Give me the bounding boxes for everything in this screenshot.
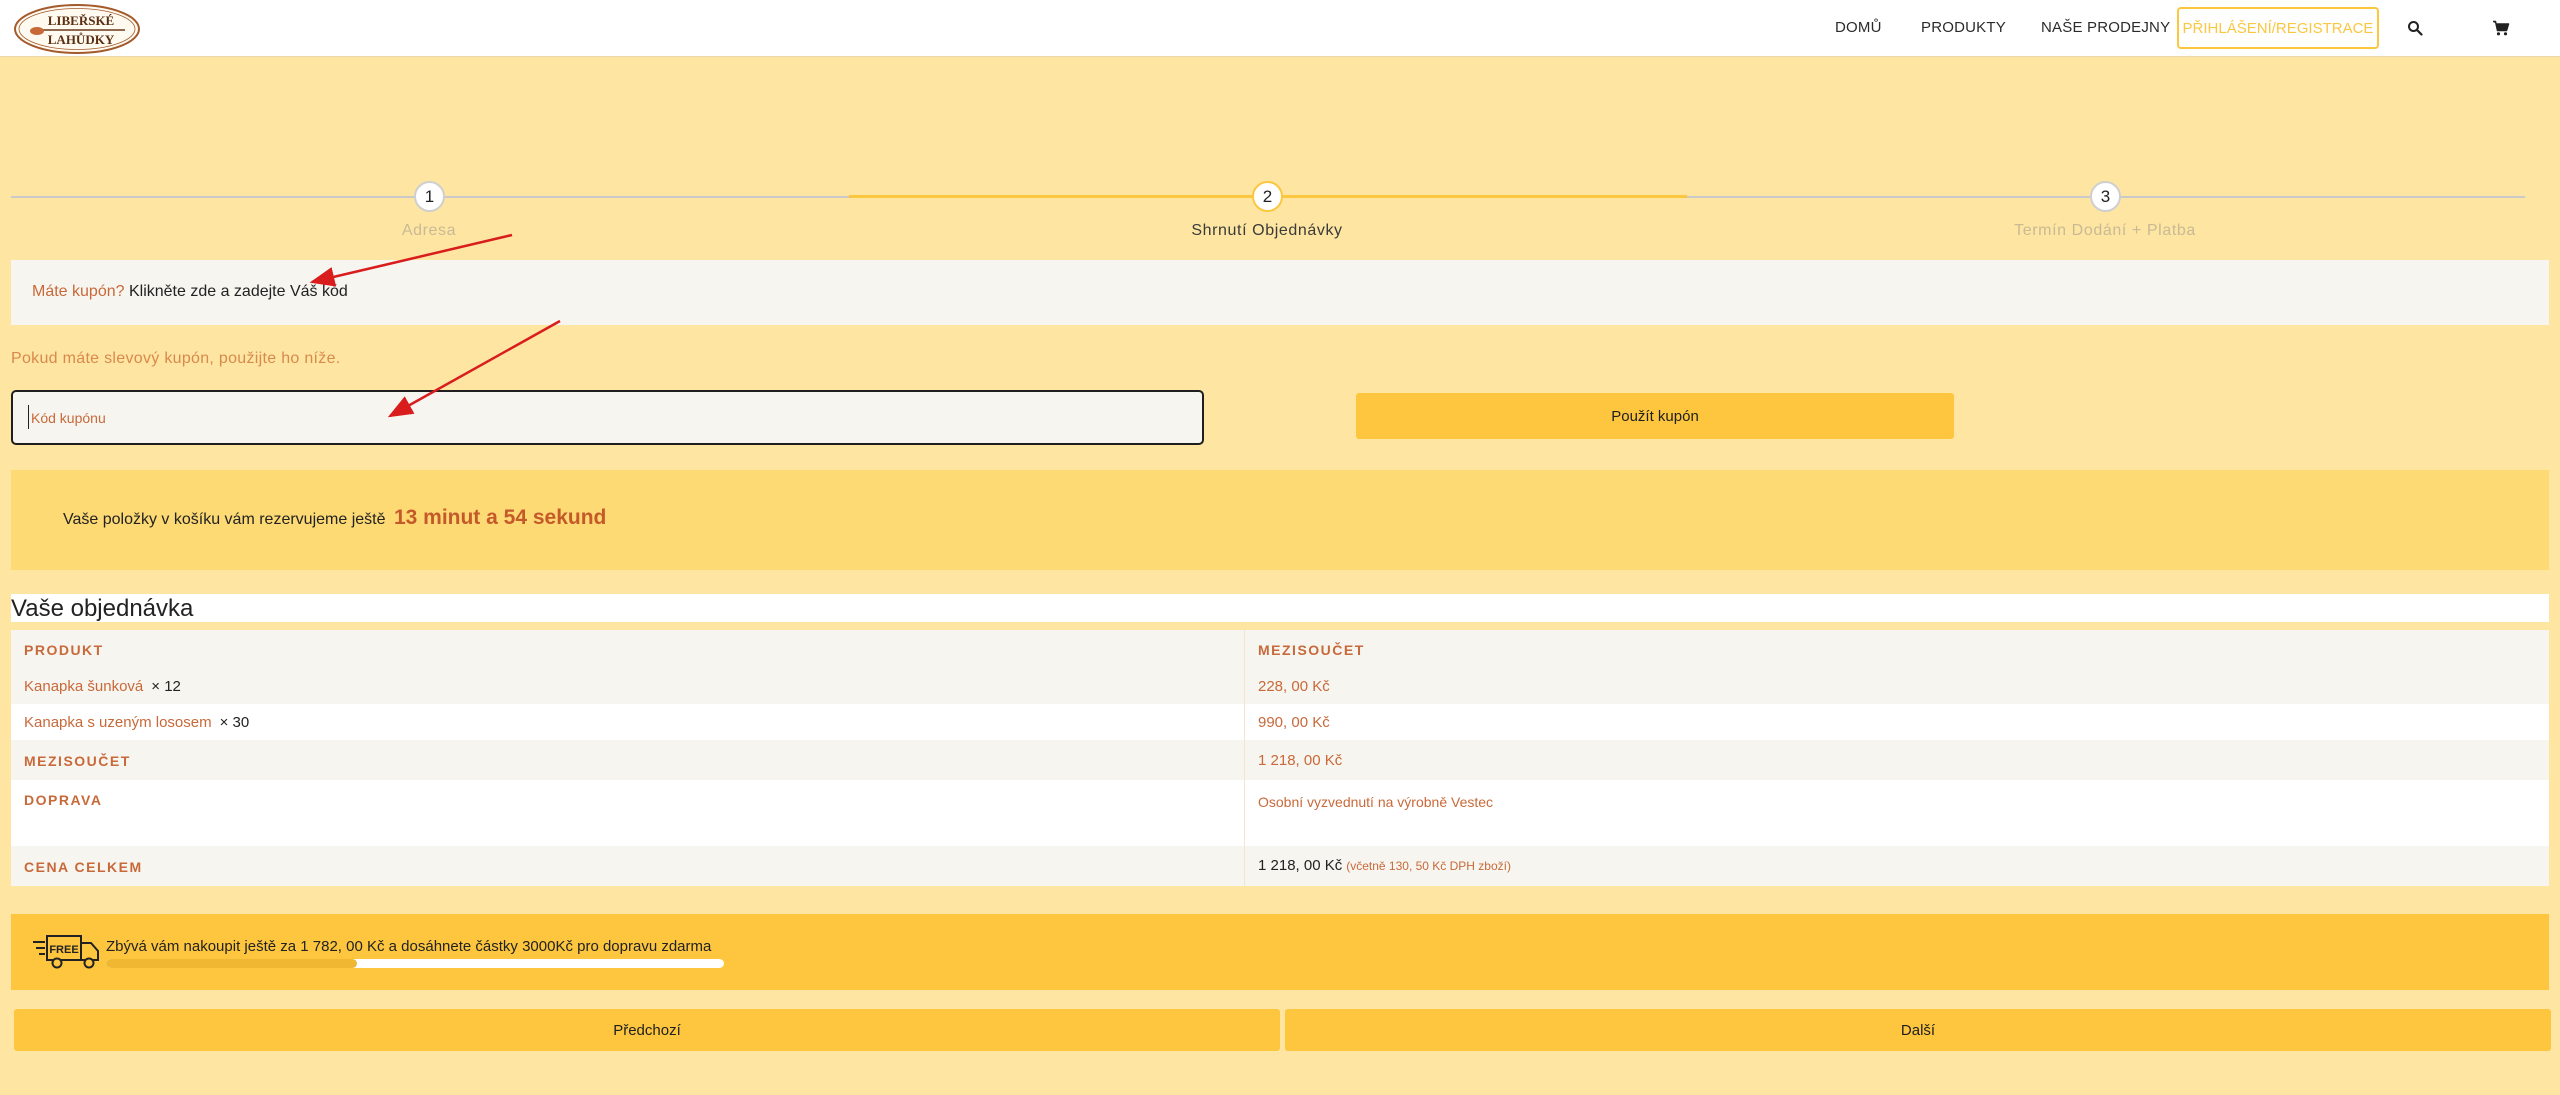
- total-value: 1 218, 00 Kč: [1258, 857, 1343, 874]
- step-circle-3[interactable]: 3: [2090, 181, 2121, 212]
- item-qty: × 30: [219, 714, 250, 731]
- free-delivery-truck-icon: FREE: [33, 935, 99, 969]
- item-price: 228, 00 Kč: [1258, 678, 1330, 695]
- shipping-row: DOPRAVA Osobní vyzvednutí na výrobně Ves…: [11, 780, 2549, 846]
- step-label-summary: Shrnutí Objednávky: [1191, 222, 1343, 239]
- item-qty: × 12: [151, 678, 181, 695]
- search-button[interactable]: [2404, 17, 2426, 39]
- free-shipping-progress: [106, 959, 724, 968]
- search-icon: [2408, 21, 2423, 36]
- free-shipping-progress-fill: [106, 959, 357, 968]
- item-name[interactable]: Kanapka s uzeným lososem: [24, 714, 212, 731]
- col-product-header: PRODUKT: [24, 642, 104, 658]
- table-header-row: PRODUKT MEZISOUČET: [11, 630, 2549, 668]
- step-label-delivery-payment: Termín Dodání + Platba: [2014, 222, 2196, 239]
- step-circle-2[interactable]: 2: [1252, 181, 1283, 212]
- logo-icon: LIBEŘSKÉ LAHŮDKY: [14, 4, 140, 54]
- subtotal-value: 1 218, 00 Kč: [1258, 752, 1343, 769]
- step-circle-1[interactable]: 1: [414, 181, 445, 212]
- coupon-notice: Máte kupón? Klikněte zde a zadejte Váš k…: [11, 260, 2549, 325]
- column-divider: [1244, 630, 1245, 668]
- previous-button[interactable]: Předchozí: [14, 1009, 1280, 1051]
- column-divider: [1244, 740, 1245, 780]
- logo-line2: LAHŮDKY: [48, 32, 115, 47]
- next-button[interactable]: Další: [1285, 1009, 2551, 1051]
- total-tax-note: (včetně 130, 50 Kč DPH zboží): [1346, 859, 1511, 873]
- item-price: 990, 00 Kč: [1258, 714, 1330, 731]
- col-subtotal-header: MEZISOUČET: [1258, 642, 1365, 658]
- subtotal-row: MEZISOUČET 1 218, 00 Kč: [11, 740, 2549, 780]
- step-label-address: Adresa: [401, 222, 457, 239]
- total-label: CENA CELKEM: [24, 859, 143, 875]
- column-divider: [1244, 704, 1245, 740]
- logo-line1: LIBEŘSKÉ: [48, 13, 114, 28]
- cart-button[interactable]: [2490, 17, 2512, 39]
- column-divider: [1244, 846, 1245, 886]
- free-shipping-banner: FREE Zbývá vám nakoupit ještě za 1 782, …: [11, 914, 2549, 990]
- subtotal-label: MEZISOUČET: [24, 753, 131, 769]
- column-divider: [1244, 668, 1245, 704]
- order-table: PRODUKT MEZISOUČET Kanapka šunková × 12 2…: [11, 630, 2549, 886]
- order-title: Vaše objednávka: [11, 595, 194, 622]
- free-icon-text: FREE: [49, 944, 78, 956]
- nav-products[interactable]: PRODUKTY: [1921, 19, 2006, 36]
- text-caret: [28, 405, 29, 429]
- login-register-button[interactable]: PŘIHLÁŠENÍ/REGISTRACE: [2177, 7, 2379, 49]
- item-name[interactable]: Kanapka šunková: [24, 678, 143, 695]
- apply-coupon-button[interactable]: Použít kupón: [1356, 393, 1954, 439]
- nav-home[interactable]: DOMŮ: [1835, 19, 1882, 36]
- reservation-countdown: 13 minut a 54 sekund: [393, 506, 607, 529]
- table-row: Kanapka s uzeným lososem × 30 990, 00 Kč: [11, 704, 2549, 740]
- shipping-label: DOPRAVA: [24, 792, 103, 808]
- order-heading: Vaše objednávka: [11, 594, 2549, 622]
- coupon-hint: Pokud máte slevový kupón, použijte ho ní…: [11, 350, 341, 367]
- reservation-text: Vaše položky v košíku vám rezervujeme je…: [63, 511, 386, 528]
- cart-reservation-notice: Vaše položky v košíku vám rezervujeme je…: [11, 470, 2549, 570]
- shipping-method: Osobní vyzvednutí na výrobně Vestec: [1258, 794, 1494, 810]
- coupon-code-input[interactable]: [11, 390, 1204, 445]
- column-divider: [1244, 780, 1245, 846]
- site-header: LIBEŘSKÉ LAHŮDKY DOMŮ PRODUKTY NAŠE PROD…: [0, 0, 2560, 57]
- logo[interactable]: LIBEŘSKÉ LAHŮDKY: [13, 3, 141, 55]
- cart-icon: [2493, 20, 2510, 36]
- coupon-question: Máte kupón?: [32, 283, 125, 300]
- total-row: CENA CELKEM 1 218, 00 Kč (včetně 130, 50 …: [11, 846, 2549, 886]
- nav-stores[interactable]: NAŠE PRODEJNY: [2041, 19, 2170, 36]
- coupon-toggle-link[interactable]: Klikněte zde a zadejte Váš kód: [129, 283, 348, 300]
- free-shipping-text: Zbývá vám nakoupit ještě za 1 782, 00 Kč…: [106, 938, 712, 955]
- table-row: Kanapka šunková × 12 228, 00 Kč: [11, 668, 2549, 704]
